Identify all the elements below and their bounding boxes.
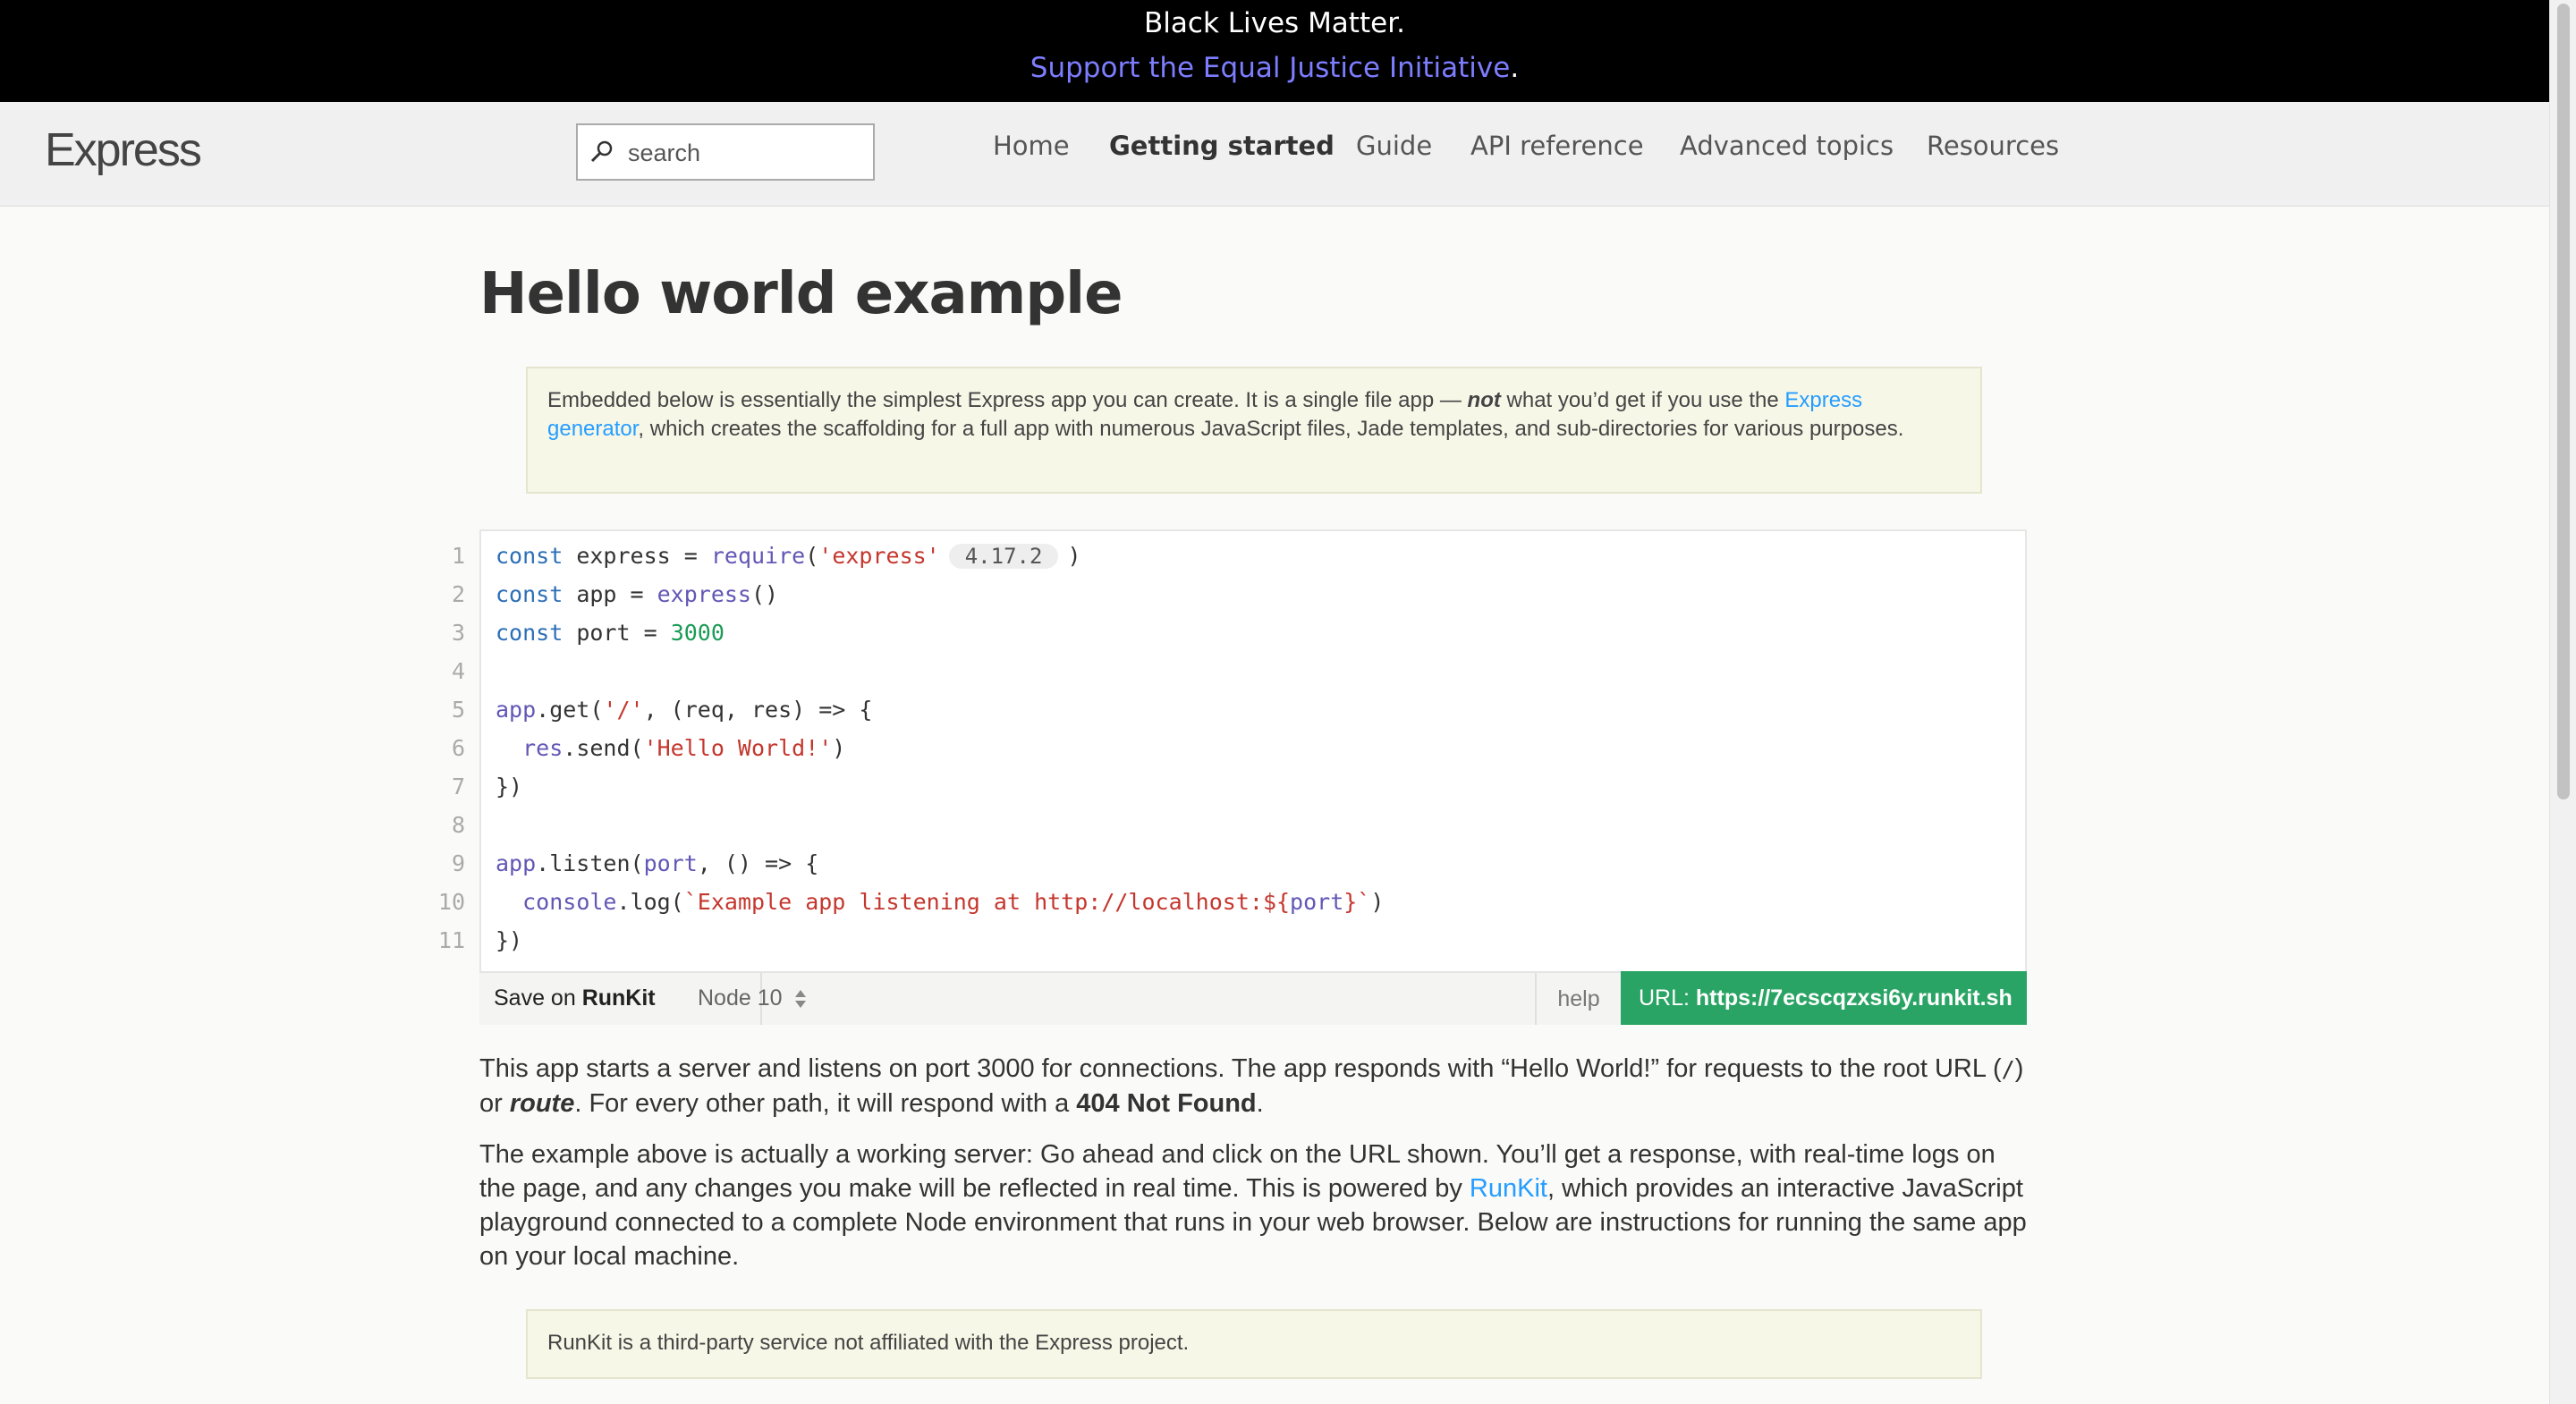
code-line[interactable]: app.get('/', (req, res) => { xyxy=(496,697,872,723)
paragraph-runkit-description: The example above is actually a working … xyxy=(479,1138,2027,1273)
line-number: 1 xyxy=(451,543,465,569)
equal-justice-link[interactable]: Support the Equal Justice Initiative xyxy=(1030,52,1511,84)
line-number: 9 xyxy=(451,850,465,876)
page-title: Hello world example xyxy=(479,261,1123,327)
note-text-c: , which creates the scaffolding for a fu… xyxy=(638,417,1904,441)
line-number: 5 xyxy=(451,697,465,723)
runkit-url-link[interactable]: URL: https://7ecscqzxsi6y.runkit.sh xyxy=(1621,971,2027,1025)
banner-text: Black Lives Matter. xyxy=(1144,7,1405,39)
para1-text: . For every other path, it will respond … xyxy=(574,1089,1077,1118)
line-number: 7 xyxy=(451,774,465,799)
nav-api-reference[interactable]: API reference xyxy=(1470,131,1644,161)
runkit-toolbar: Save on RunKit Node 10 help URL: https:/… xyxy=(479,971,2027,1025)
nav-guide[interactable]: Guide xyxy=(1356,131,1432,161)
announcement-banner: Black Lives Matter. Support the Equal Ju… xyxy=(0,0,2549,102)
para1-text: This app starts a server and listens on … xyxy=(479,1054,2002,1083)
generator-note: Embedded below is essentially the simple… xyxy=(526,367,1982,494)
code-line[interactable]: res.send('Hello World!') xyxy=(496,735,845,761)
nav-resources[interactable]: Resources xyxy=(1927,131,2059,161)
version-badge: 4.17.2 xyxy=(948,544,1059,569)
not-found-strong: 404 Not Found xyxy=(1076,1089,1257,1118)
runkit-disclaimer-note: RunKit is a third-party service not affi… xyxy=(526,1309,1982,1379)
code-line[interactable]: const port = 3000 xyxy=(496,620,724,646)
search-box[interactable] xyxy=(576,123,875,181)
nav-getting-started[interactable]: Getting started xyxy=(1109,131,1335,161)
code-line[interactable]: console.log(`Example app listening at ht… xyxy=(496,889,1384,915)
url-value: https://7ecscqzxsi6y.runkit.sh xyxy=(1695,985,2012,1011)
runkit-brand: RunKit xyxy=(581,985,656,1011)
line-number: 8 xyxy=(451,812,465,838)
search-icon xyxy=(590,140,613,163)
code-line[interactable]: const express = require('express' 4.17.2) xyxy=(496,543,1081,569)
code-line[interactable]: const app = express() xyxy=(496,581,778,607)
code-editor[interactable]: const express = require('express' 4.17.2)… xyxy=(479,529,2027,1025)
line-number: 6 xyxy=(451,735,465,761)
note-emphasis: not xyxy=(1467,388,1501,412)
line-number: 2 xyxy=(451,581,465,607)
code-line[interactable]: }) xyxy=(496,927,522,953)
note-text-b: what you’d get if you use the xyxy=(1500,388,1785,412)
line-number: 4 xyxy=(451,658,465,684)
nav-home[interactable]: Home xyxy=(993,131,1070,161)
code-line[interactable]: }) xyxy=(496,774,522,799)
line-number: 3 xyxy=(451,620,465,646)
banner-link-line: Support the Equal Justice Initiative. xyxy=(0,52,2549,84)
root-url-code: / xyxy=(2001,1056,2015,1082)
sort-arrows-icon xyxy=(795,990,807,1009)
help-button[interactable]: help xyxy=(1535,973,1621,1025)
url-label: URL: xyxy=(1639,985,1696,1011)
banner-link-suffix: . xyxy=(1510,52,1520,84)
line-number: 10 xyxy=(437,889,465,915)
express-logo[interactable]: Express xyxy=(45,123,202,177)
save-prefix: Save on xyxy=(494,985,582,1011)
top-navbar: Express Home Getting started Guide API r… xyxy=(0,102,2549,207)
search-input[interactable] xyxy=(626,132,862,173)
note-text-a: Embedded below is essentially the simple… xyxy=(547,388,1468,412)
node-version-select[interactable]: Node 10 xyxy=(698,985,808,1011)
code-line[interactable]: app.listen(port, () => { xyxy=(496,850,818,876)
para1-text: . xyxy=(1256,1089,1264,1118)
page-scrollbar[interactable] xyxy=(2549,0,2576,1404)
node-version-label: Node 10 xyxy=(698,985,783,1011)
paragraph-server-description: This app starts a server and listens on … xyxy=(479,1052,2027,1121)
route-emphasis: route xyxy=(509,1089,575,1118)
nav-advanced-topics[interactable]: Advanced topics xyxy=(1680,131,1894,161)
runkit-link[interactable]: RunKit xyxy=(1470,1174,1547,1203)
line-number: 11 xyxy=(437,927,465,953)
scrollbar-thumb[interactable] xyxy=(2557,4,2570,799)
